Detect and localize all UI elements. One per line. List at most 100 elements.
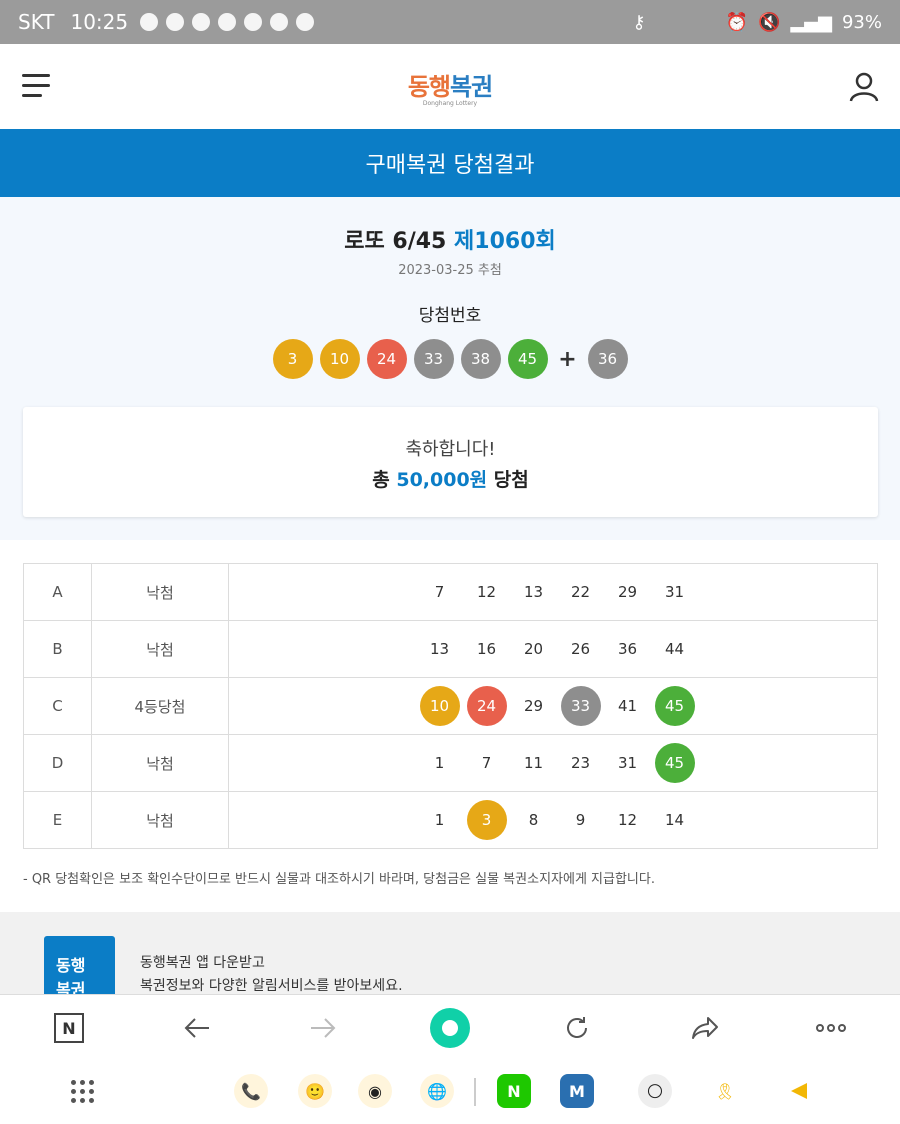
bowl-icon	[192, 13, 211, 31]
talk-icon	[140, 13, 159, 31]
number: 41	[617, 697, 638, 715]
naver-icon[interactable]: N	[497, 1074, 531, 1108]
game-numbers: 1 3 8 9 12 14	[228, 791, 878, 849]
draw-info: 로또 6/45 제1060회 2023-03-25 추첨 당첨번호 3 10 24 3…	[0, 197, 900, 540]
carrier-label: SKT	[18, 10, 55, 34]
matched-number: 24	[463, 686, 510, 726]
forward-arrow-icon[interactable]	[306, 1011, 340, 1045]
game-letter: C	[23, 677, 92, 735]
game-numbers: 13 16 20 26 36 44	[228, 620, 878, 678]
game-title: 로또 6/45 제1060회	[0, 223, 900, 255]
battery-label: 93%	[841, 11, 882, 33]
winning-ball: 3	[272, 339, 313, 379]
game-result: 낙첨	[91, 734, 229, 792]
number: 16	[476, 640, 497, 658]
game-numbers: 1 7 11 23 31 45	[228, 734, 878, 792]
number: 12	[617, 811, 638, 829]
user-icon[interactable]	[848, 70, 880, 102]
game-result: 낙첨	[91, 620, 229, 678]
triangle-icon[interactable]	[782, 1074, 816, 1108]
round-number: 제1060회	[454, 229, 556, 254]
matched-number: 33	[557, 686, 604, 726]
table-row: B 낙첨 13 16 20 26 36 44	[23, 620, 878, 678]
apps-grid-icon[interactable]	[65, 1074, 99, 1108]
key-icon: ⚷	[632, 11, 646, 33]
more-icon[interactable]	[812, 1011, 850, 1045]
table-row: E 낙첨 1 3 8 9 12 14	[23, 791, 878, 849]
moon-icon[interactable]: 🌕	[638, 1074, 672, 1108]
game-numbers: 10 24 29 33 41 45	[228, 677, 878, 735]
number: 13	[523, 583, 544, 601]
menu-icon[interactable]	[22, 74, 50, 98]
number: 7	[481, 754, 492, 772]
naver-home-button[interactable]: N	[52, 1011, 86, 1045]
logo-text-b: 복권	[450, 72, 493, 101]
site-logo[interactable]: 동행복권 Donghang Lottery	[407, 67, 493, 107]
game-numbers: 7 12 13 22 29 31	[228, 563, 878, 621]
number: 22	[570, 583, 591, 601]
app-logo[interactable]: 동행 복권	[44, 936, 115, 994]
matched-number-ball: 24	[466, 686, 507, 726]
signal-icon: ▂▄▆	[790, 11, 832, 33]
matched-number: 45	[651, 743, 698, 783]
home-icon	[430, 1008, 470, 1048]
app-promo-line2: 복권정보와 다양한 알림서비스를 받아보세요.	[140, 978, 403, 994]
youtube-icon	[218, 13, 237, 31]
number: 1	[434, 811, 445, 829]
system-icons: ⚷ ⏰ 🔇 ▂▄▆ 93%	[632, 12, 882, 33]
logo-text-a: 동행	[407, 72, 451, 101]
message-icon	[166, 13, 185, 31]
number: 29	[523, 697, 544, 715]
matched-number-ball: 33	[560, 686, 601, 726]
game-letter: E	[23, 791, 92, 849]
table-row: C 4등당첨 10 24 29 33 41 45	[23, 677, 878, 735]
game-name: 로또 6/45	[344, 229, 447, 254]
logo-subtitle: Donghang Lottery	[422, 99, 478, 107]
game-result: 낙첨	[91, 563, 229, 621]
game-result: 4등당첨	[91, 677, 229, 735]
mute-icon: 🔇	[758, 11, 781, 33]
app-promo-line1: 동행복권 앱 다운받고	[140, 955, 265, 971]
bonus-plus: +	[558, 346, 577, 372]
draw-date: 2023-03-25 추첨	[398, 263, 502, 278]
winning-ball: 24	[366, 339, 407, 379]
m-icon[interactable]: M	[560, 1074, 594, 1108]
dock-separator	[474, 1078, 476, 1106]
notice-text: - QR 당첨확인은 보조 확인수단이므로 반드시 실물과 대조하시기 바라며,…	[23, 872, 655, 887]
chat-icon[interactable]: 🙂	[298, 1074, 332, 1108]
number: 13	[429, 640, 450, 658]
app-promo: 동행 복권 동행복권 앱 다운받고 복권정보와 다양한 알림서비스를 받아보세요…	[0, 912, 900, 994]
refresh-icon[interactable]	[560, 1011, 594, 1045]
result-card: 축하합니다! 총 50,000원 당첨	[23, 407, 878, 517]
ticket-table: A 낙첨 7 12 13 22 29 31 B 낙첨 13 16 20 26 36 44 C 4등당첨 10 24 29…	[23, 563, 878, 849]
table-row: A 낙첨 7 12 13 22 29 31	[23, 563, 878, 621]
number: 20	[523, 640, 544, 658]
page-title: 구매복권 당첨결과	[0, 129, 900, 197]
number: 14	[664, 811, 685, 829]
number: 12	[476, 583, 497, 601]
game-result: 낙첨	[91, 791, 229, 849]
number: 7	[434, 583, 445, 601]
winning-ball: 33	[413, 339, 454, 379]
matched-number: 45	[651, 686, 698, 726]
home-button[interactable]	[430, 1008, 470, 1048]
phone-icon[interactable]: 📞	[234, 1074, 268, 1108]
number: 11	[523, 754, 544, 772]
matched-number: 10	[416, 686, 463, 726]
browser-toolbar: N	[0, 994, 900, 1060]
winning-ball: 45	[507, 339, 548, 379]
camera-icon[interactable]: ◉	[358, 1074, 392, 1108]
app-dock: 📞 🙂 ◉ 🌐 N M 🌕 🎗	[0, 1060, 900, 1124]
back-arrow-icon[interactable]	[180, 1011, 214, 1045]
matched-number-ball: 45	[654, 743, 695, 783]
number: 31	[664, 583, 685, 601]
share-icon[interactable]	[688, 1011, 722, 1045]
number: 31	[617, 754, 638, 772]
winning-numbers: 3 10 24 33 38 45 +36	[0, 339, 900, 379]
game-letter: D	[23, 734, 92, 792]
number: 44	[664, 640, 685, 658]
globe-icon[interactable]: 🌐	[420, 1074, 454, 1108]
matched-number-ball: 3	[466, 800, 507, 840]
ribbon-icon[interactable]: 🎗	[708, 1074, 742, 1108]
number: 29	[617, 583, 638, 601]
